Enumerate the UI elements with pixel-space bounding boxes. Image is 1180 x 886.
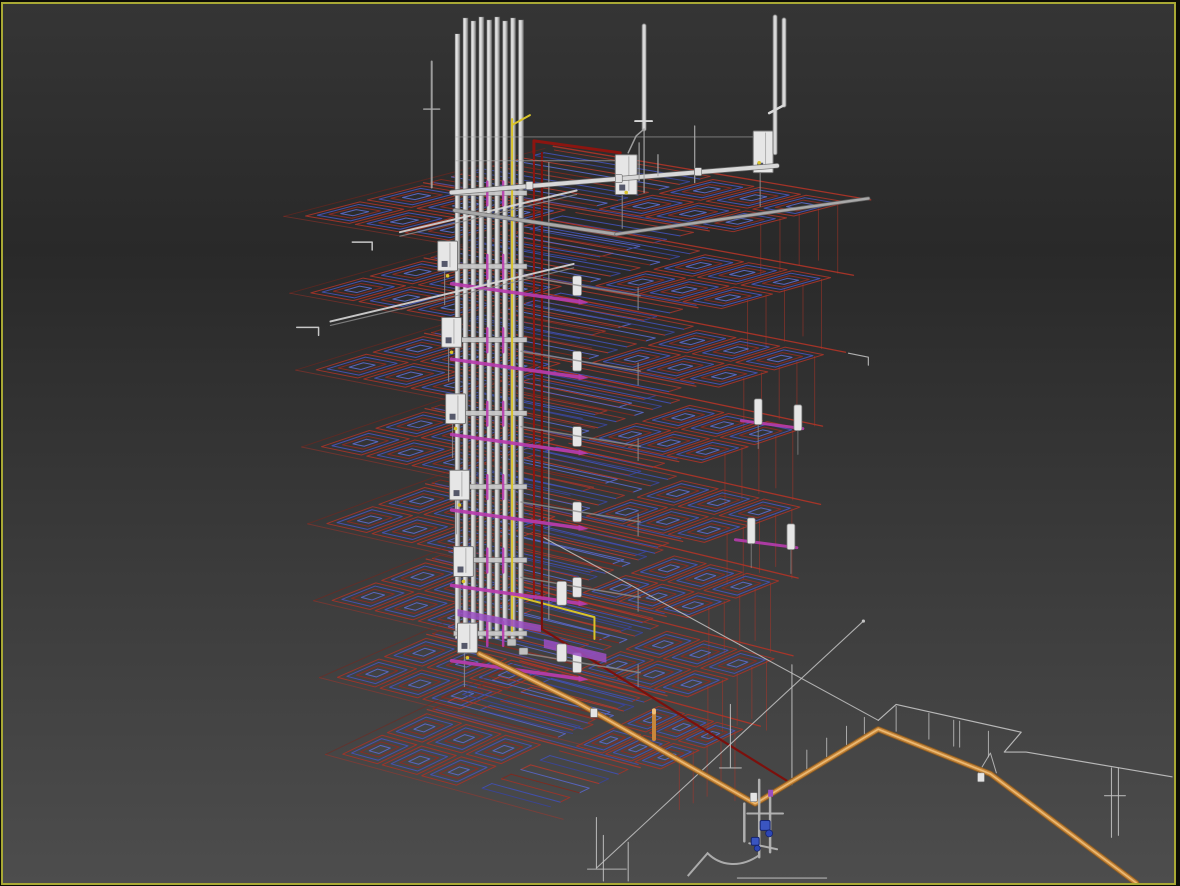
gas-pipe-coupling [749,792,758,802]
boiler-status-dot [624,190,628,195]
boiler-panel [619,184,626,191]
pipe-coupling [694,167,702,176]
gas-pipe-coupling [590,708,598,718]
boiler-panel [457,566,464,573]
viewport-3d-canvas[interactable] [3,4,1174,883]
boiler-unit [437,240,459,272]
right-assembly-stub [753,398,763,426]
riser-pipe [518,19,524,640]
gas-elbow-fitting [506,638,517,647]
right-assembly-stub [746,517,756,545]
gas-valve [759,820,771,831]
pipe-coupling [525,181,534,190]
boiler-status-dot [465,656,470,660]
boiler-status-dot [457,503,462,507]
boiler-status-dot [461,579,466,584]
right-assembly-stub [793,404,803,431]
boiler-panel [453,490,460,497]
riser-pipe [494,16,501,640]
wireframe-endpoint [861,619,865,623]
boiler-panel [445,337,452,344]
boiler-status-dot [453,426,458,431]
gas-pipe-coupling [977,772,985,783]
boiler-status-dot [445,274,450,278]
riser-fitting-band [453,337,528,343]
meter-sensor-chip [768,789,774,797]
viewport-frame [0,0,1180,886]
viewport-active-border [1,2,1176,885]
riser-pipe [478,16,485,640]
riser-pipe [462,17,469,640]
floor-pipe-stub [556,643,568,663]
gas-valve [750,836,760,846]
boiler-panel [461,642,468,649]
valve-handwheel [753,844,761,852]
boiler-status-dot [757,160,761,165]
gas-elbow-fitting [518,647,529,656]
riser-fitting-band [453,263,528,270]
floor-pipe-stub [556,581,568,606]
boiler-status-dot [449,350,454,355]
boiler-panel [449,413,456,420]
pipe-coupling [614,174,623,183]
valve-handwheel [765,829,773,838]
boiler-panel [441,260,448,267]
right-assembly-stub [786,523,796,551]
